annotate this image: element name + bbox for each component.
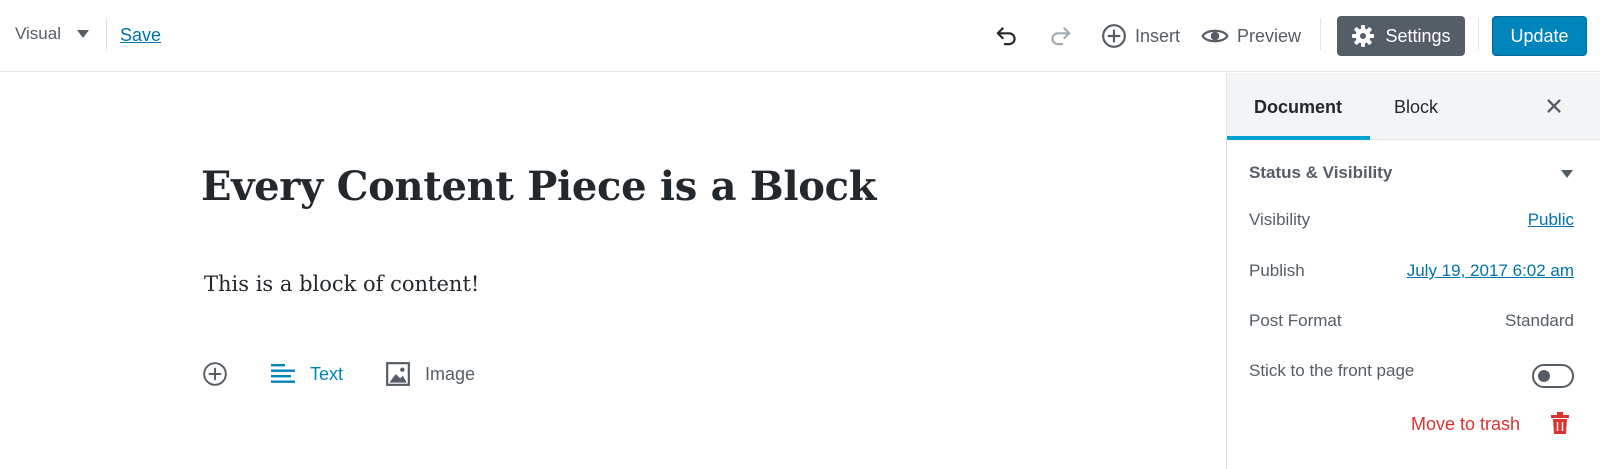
redo-icon [1051,27,1071,46]
editor-mode-switcher[interactable]: Visual [15,24,89,44]
settings-label: Settings [1385,25,1451,46]
undo-icon [996,27,1016,46]
editor-toolbar: Visual Save Insert Preview Settings Upda… [0,0,1600,72]
move-to-trash-link[interactable]: Move to trash [1411,414,1520,435]
text-align-icon [271,364,295,383]
editor-mode-label: Visual [15,24,61,43]
post-format-label: Post Format [1249,311,1342,330]
image-block-label: Image [425,363,476,384]
preview-label: Preview [1237,25,1302,46]
insert-button[interactable]: Insert [1101,20,1180,52]
undo-button[interactable] [994,20,1020,52]
toggle-knob [1538,370,1550,382]
toolbar-divider [1478,18,1479,50]
post-title[interactable]: Every Content Piece is a Block [201,163,876,210]
visibility-value[interactable]: Public [1528,210,1574,230]
tab-document[interactable]: Document [1254,97,1342,118]
redo-button[interactable] [1047,20,1073,52]
active-tab-indicator [1227,136,1370,140]
image-icon [386,362,410,386]
insert-image-block[interactable]: Image [385,361,475,387]
preview-button[interactable]: Preview [1201,20,1301,52]
sidebar-tabs: Document Block [1227,73,1600,140]
visibility-label: Visibility [1249,210,1311,229]
plus-circle-icon [1102,24,1126,48]
add-block-button[interactable] [202,361,228,387]
eye-icon [1201,29,1229,43]
settings-button[interactable]: Settings [1337,16,1465,56]
sticky-toggle[interactable] [1532,364,1574,388]
chevron-down-icon [77,30,89,38]
gear-icon [1352,25,1375,47]
plus-circle-icon [203,362,227,386]
tab-block[interactable]: Block [1394,97,1438,118]
sticky-label: Stick to the front page [1249,361,1415,380]
update-button[interactable]: Update [1492,16,1587,56]
chevron-down-icon[interactable] [1561,170,1573,178]
settings-sidebar: Document Block Status & Visibility Visib… [1226,73,1600,469]
post-format-value[interactable]: Standard [1505,311,1574,331]
paragraph-block[interactable]: This is a block of content! [204,272,479,296]
insert-text-block[interactable]: Text [270,363,343,385]
panel-title[interactable]: Status & Visibility [1249,163,1392,183]
publish-date-value[interactable]: July 19, 2017 6:02 am [1407,261,1574,281]
block-inserter-row: Text Image [202,358,517,390]
close-icon[interactable] [1541,93,1567,119]
trash-icon[interactable] [1550,411,1570,435]
toolbar-divider [1320,18,1321,50]
insert-label: Insert [1135,25,1181,46]
toolbar-divider [106,18,107,50]
publish-label: Publish [1249,261,1305,280]
text-block-label: Text [310,363,344,384]
save-link[interactable]: Save [120,25,161,46]
